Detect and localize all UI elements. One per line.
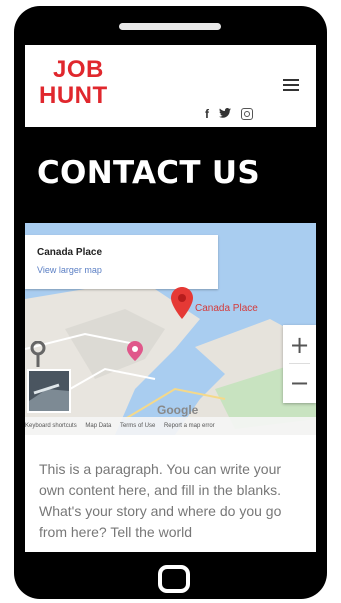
site-header: JOB HUNT f	[25, 45, 316, 127]
map-info-box: Canada Place View larger map	[25, 235, 218, 289]
facebook-icon[interactable]: f	[205, 107, 209, 121]
logo-line1: JOB	[53, 56, 104, 83]
screen: JOB HUNT f CONTACT US Canada Place View …	[25, 45, 316, 552]
zoom-in-button[interactable]: +	[283, 333, 316, 357]
embedded-map[interactable]: Canada Place View larger map Canada Plac…	[25, 223, 316, 435]
map-type-thumbnail[interactable]	[27, 369, 71, 413]
zoom-divider	[289, 363, 310, 364]
hamburger-icon[interactable]	[283, 79, 299, 93]
view-larger-map-link[interactable]: View larger map	[37, 265, 102, 275]
map-place-name: Canada Place	[37, 247, 103, 258]
social-links: f	[205, 107, 253, 121]
phone-speaker	[119, 23, 221, 30]
instagram-icon[interactable]	[241, 108, 253, 120]
map-zoom-control: + −	[283, 325, 316, 403]
keyboard-shortcuts-link[interactable]: Keyboard shortcuts	[25, 423, 77, 429]
terms-of-use-link[interactable]: Terms of Use	[120, 423, 155, 429]
hero-banner: CONTACT US	[25, 127, 316, 225]
intro-paragraph: This is a paragraph. You can write your …	[39, 461, 282, 540]
google-logo: Google	[157, 403, 199, 417]
home-button[interactable]	[158, 565, 190, 593]
report-map-error-link[interactable]: Report a map error	[164, 423, 215, 429]
logo-line2: HUNT	[39, 82, 108, 109]
page-title: CONTACT US	[37, 155, 260, 191]
zoom-out-button[interactable]: −	[283, 371, 316, 395]
logo[interactable]: JOB HUNT	[39, 57, 108, 109]
map-marker-label: Canada Place	[195, 303, 258, 314]
street-view-icon[interactable]	[29, 341, 47, 367]
map-data-link[interactable]: Map Data	[85, 423, 111, 429]
phone-frame: JOB HUNT f CONTACT US Canada Place View …	[14, 6, 327, 599]
twitter-icon[interactable]	[219, 107, 231, 121]
poi-marker-icon[interactable]	[127, 341, 143, 361]
map-attribution: Keyboard shortcuts Map Data Terms of Use…	[25, 417, 316, 435]
map-marker-icon[interactable]	[171, 287, 193, 319]
